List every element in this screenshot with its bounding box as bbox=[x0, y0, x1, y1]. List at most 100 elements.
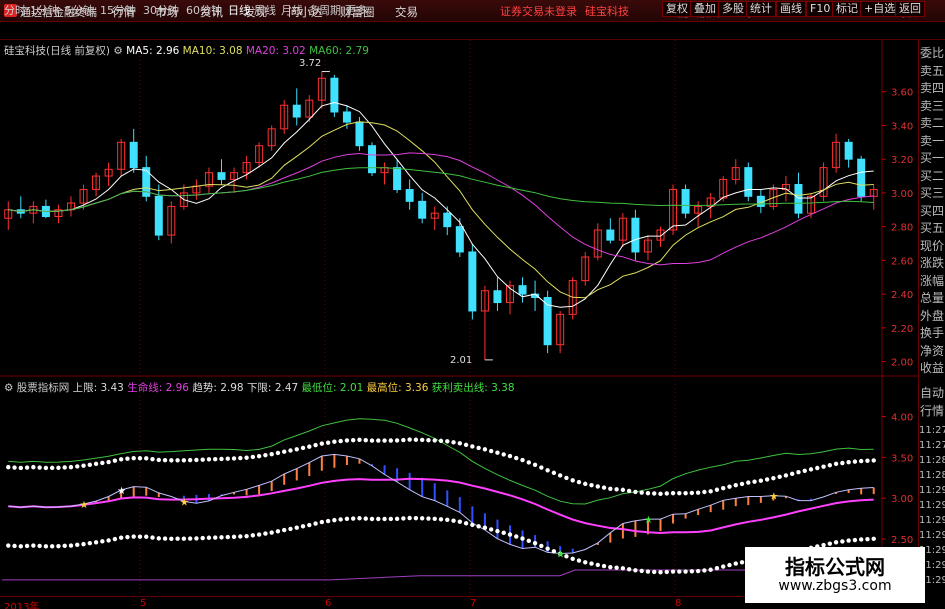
upper-band-dot bbox=[162, 457, 168, 463]
chart-area[interactable]: ★ ★ ★ ★ ★ ★ 3.60 3.40 3.20 3.00 2.80 2.60 2.40 2.20 2… bbox=[0, 40, 918, 596]
candle-body bbox=[518, 285, 527, 295]
period-daily[interactable]: 日线 bbox=[228, 2, 250, 18]
upper-band-dot bbox=[576, 479, 582, 485]
lower-band-dot bbox=[87, 541, 93, 546]
button-overlay[interactable]: 叠加 bbox=[690, 1, 720, 17]
upper-band-dot bbox=[24, 465, 30, 470]
upper-band-dot bbox=[194, 457, 199, 463]
upper-band-dot bbox=[62, 465, 67, 470]
candle-body bbox=[443, 212, 452, 228]
side-time: 11:29 bbox=[919, 500, 945, 511]
menu-trade[interactable]: 交易 bbox=[395, 4, 418, 20]
button-draw[interactable]: 画线 bbox=[776, 1, 806, 17]
lower-band-dot bbox=[852, 537, 858, 543]
y-tick-label: 2.00 bbox=[891, 358, 913, 369]
upper-band-dot bbox=[206, 457, 212, 462]
side-item[interactable]: 行情 bbox=[919, 404, 945, 418]
candle-body bbox=[844, 141, 853, 160]
button-add-watchlist[interactable]: +自选 bbox=[860, 1, 900, 17]
button-statistics[interactable]: 统计 bbox=[746, 1, 776, 17]
period-15min[interactable]: 15分钟 bbox=[100, 2, 136, 18]
lower-band-dot bbox=[702, 568, 707, 573]
lower-band-dot bbox=[194, 536, 199, 541]
period-30min[interactable]: 30分钟 bbox=[143, 2, 179, 18]
side-item[interactable]: 自动 bbox=[919, 386, 945, 400]
lower-band-dot bbox=[332, 517, 337, 523]
upper-band-dot bbox=[219, 456, 224, 462]
upper-band-dot bbox=[501, 452, 506, 457]
lower-band-dot bbox=[394, 516, 400, 522]
period-1min[interactable]: 1分钟 bbox=[30, 2, 59, 18]
upper-band-dot bbox=[739, 481, 745, 487]
lower-band-dot bbox=[369, 516, 375, 522]
period-timeshare[interactable]: 分时 bbox=[4, 2, 26, 18]
high-marker: 3.72 bbox=[299, 58, 322, 69]
button-f10[interactable]: F10 bbox=[806, 1, 835, 17]
upper-band-dot bbox=[589, 482, 594, 488]
lower-band-dot bbox=[56, 543, 61, 549]
lower-band-dot bbox=[169, 536, 174, 541]
button-mark[interactable]: 标记 bbox=[832, 1, 862, 17]
login-status[interactable]: 证券交易未登录 bbox=[500, 3, 577, 19]
period-more[interactable]: 更多 bbox=[345, 2, 367, 18]
side-item: 卖五 bbox=[919, 63, 944, 78]
upper-band-dot bbox=[244, 455, 249, 460]
lower-band-dot bbox=[714, 565, 720, 571]
upper-band-dot bbox=[802, 468, 807, 474]
lower-band-dot bbox=[351, 516, 356, 521]
lower-band-dot bbox=[162, 536, 168, 541]
upper-band-dot bbox=[81, 463, 86, 468]
upper-band-dot bbox=[75, 464, 80, 469]
side-time: 11:27 bbox=[919, 440, 945, 451]
upper-band-dot bbox=[187, 457, 193, 463]
period-60min[interactable]: 60分钟 bbox=[186, 2, 222, 18]
lower-band-dot bbox=[833, 540, 839, 545]
upper-band-dot bbox=[526, 460, 531, 465]
upper-band-dot bbox=[200, 457, 205, 462]
x-label-year: 2013年 bbox=[4, 602, 40, 609]
lower-band-dot bbox=[727, 562, 732, 568]
period-5min[interactable]: 5分钟 bbox=[65, 2, 94, 18]
ma10-line bbox=[8, 121, 874, 299]
lower-band-dot bbox=[463, 521, 469, 526]
trend-label: 趋势: 2.98 bbox=[192, 382, 244, 394]
lower-band-dot bbox=[608, 564, 613, 570]
upper-band-dot bbox=[56, 465, 61, 470]
upper-band-dot bbox=[250, 454, 256, 460]
period-monthly[interactable]: 月线 bbox=[281, 2, 303, 18]
upper-band-dot bbox=[865, 458, 870, 463]
button-back[interactable]: 返回 bbox=[895, 1, 925, 17]
period-weekly[interactable]: 周线 bbox=[254, 2, 276, 18]
upper-band-dot bbox=[840, 460, 845, 466]
side-item: 涨幅 bbox=[919, 273, 944, 288]
ma5-line bbox=[8, 101, 874, 308]
lower-band-dot bbox=[325, 518, 331, 524]
lower-band-dot bbox=[313, 521, 318, 526]
side-item: 外盘 bbox=[919, 308, 944, 323]
lower-band-dot bbox=[288, 526, 293, 532]
side-item: 涨跌 bbox=[919, 256, 944, 270]
candle-body bbox=[368, 145, 377, 174]
lower-band-dot bbox=[244, 533, 249, 539]
upper-band-dot bbox=[482, 447, 488, 452]
button-restore-rights[interactable]: 复权 bbox=[662, 1, 692, 17]
lower-band-dot bbox=[476, 524, 481, 529]
candle-body bbox=[631, 217, 640, 253]
upper-band-dot bbox=[677, 490, 682, 496]
lower-band-dot bbox=[865, 536, 870, 542]
lower-band-dot bbox=[677, 569, 682, 574]
settings-icon[interactable]: ⚙ bbox=[4, 382, 13, 394]
upper-band-dot bbox=[551, 470, 557, 476]
upper-band-dot bbox=[708, 489, 713, 494]
lower-band-dot bbox=[49, 544, 55, 549]
upper-band-dot bbox=[520, 457, 525, 463]
lower-band-dot bbox=[670, 569, 676, 574]
upper-band-dot bbox=[225, 456, 230, 461]
period-multi[interactable]: 多周期 bbox=[308, 2, 341, 18]
settings-icon[interactable]: ⚙ bbox=[113, 45, 122, 57]
button-multi-stock[interactable]: 多股 bbox=[718, 1, 748, 17]
side-item: 买四 bbox=[919, 203, 944, 218]
lower-band-dot bbox=[695, 568, 701, 574]
side-item: 卖一 bbox=[919, 133, 944, 148]
lower-band-dot bbox=[545, 546, 550, 551]
